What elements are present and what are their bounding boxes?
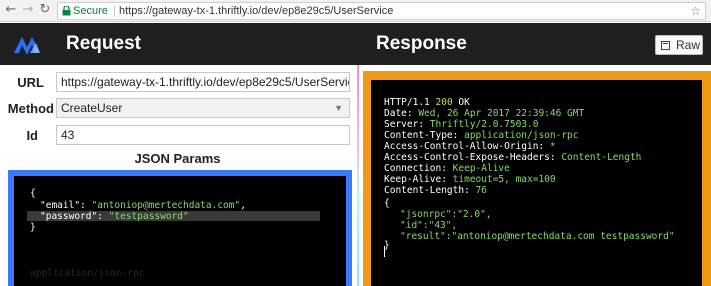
- json-password-value: "testpassword": [108, 211, 189, 222]
- json-email-line: "email": "antoniop@mertechdata.com",: [40, 200, 246, 211]
- json-open-brace: {: [30, 188, 36, 199]
- request-title: Request: [66, 33, 141, 54]
- star-icon[interactable]: ☆: [690, 3, 701, 19]
- response-status-line: HTTP/1.1 200 OK: [384, 97, 470, 108]
- response-body-result: "result":"antoniop@mertechdata.com testp…: [400, 231, 675, 242]
- json-email-key: "email": [40, 200, 81, 211]
- json-password-line: "password": "testpassword": [40, 211, 189, 222]
- status-proto: HTTP/1.1: [384, 97, 430, 108]
- response-header-row: Access-Control-Expose-Headers: Content-L…: [384, 152, 642, 163]
- url-label: URL: [17, 75, 44, 90]
- status-code: 200: [435, 97, 453, 108]
- address-separator: [114, 5, 115, 17]
- secure-label: Secure: [73, 5, 108, 17]
- raw-button[interactable]: Raw: [655, 35, 703, 55]
- browser-url[interactable]: https://gateway-tx-1.thriftly.io/dev/ep8…: [119, 3, 393, 19]
- response-title: Response: [376, 33, 467, 54]
- text-cursor: [384, 246, 385, 257]
- panel-divider: [357, 65, 359, 286]
- raw-button-label: Raw: [676, 38, 701, 52]
- dropdown-chevron-icon: ▼: [334, 103, 343, 113]
- method-select[interactable]: CreateUser ▼: [56, 98, 350, 118]
- response-header-row: Keep-Alive: timeout=5, max=100: [384, 174, 556, 185]
- response-body-id: "id":"43",: [400, 220, 458, 231]
- response-header-row: Access-Control-Allow-Origin: *: [384, 141, 556, 152]
- app-header: Request Response Raw: [0, 23, 711, 65]
- id-label: Id: [26, 128, 38, 143]
- lock-icon: [62, 6, 71, 16]
- json-password-key: "password": [40, 211, 98, 222]
- forward-arrow-icon[interactable]: →: [20, 2, 36, 18]
- json-email-value: "antoniop@mertechdata.com": [91, 200, 241, 211]
- response-body-jsonrpc: "jsonrpc":"2.0",: [400, 209, 492, 220]
- address-bar[interactable]: Secure https://gateway-tx-1.thriftly.io/…: [57, 2, 706, 20]
- response-header-row: Content-Type: application/json-rpc: [384, 130, 579, 141]
- method-label: Method: [7, 101, 54, 116]
- editor-ghost-text: application/json-rpc: [30, 268, 145, 279]
- status-text: OK: [458, 97, 470, 108]
- url-input[interactable]: https://gateway-tx-1.thriftly.io/dev/ep8…: [56, 72, 350, 92]
- id-input[interactable]: 43: [56, 125, 350, 145]
- response-header-row: Date: Wed, 26 Apr 2017 22:39:46 GMT: [384, 108, 585, 119]
- json-params-title: JSON Params: [134, 151, 221, 166]
- response-body-open: {: [384, 198, 390, 209]
- response-header-row: Connection: Keep-Alive: [384, 163, 510, 174]
- raw-icon: [661, 41, 670, 50]
- json-close-brace: }: [30, 222, 36, 233]
- reload-icon[interactable]: ↻: [37, 2, 53, 18]
- response-header-row: Server: Thriftly/2.0.7503.0: [384, 119, 539, 130]
- response-header-row: Content-Length: 76: [384, 185, 487, 196]
- browser-toolbar: ← → ↻ Secure https://gateway-tx-1.thrift…: [0, 0, 711, 22]
- method-select-value: CreateUser: [61, 101, 123, 115]
- back-arrow-icon[interactable]: ←: [3, 2, 19, 18]
- app-logo-icon: [14, 37, 40, 55]
